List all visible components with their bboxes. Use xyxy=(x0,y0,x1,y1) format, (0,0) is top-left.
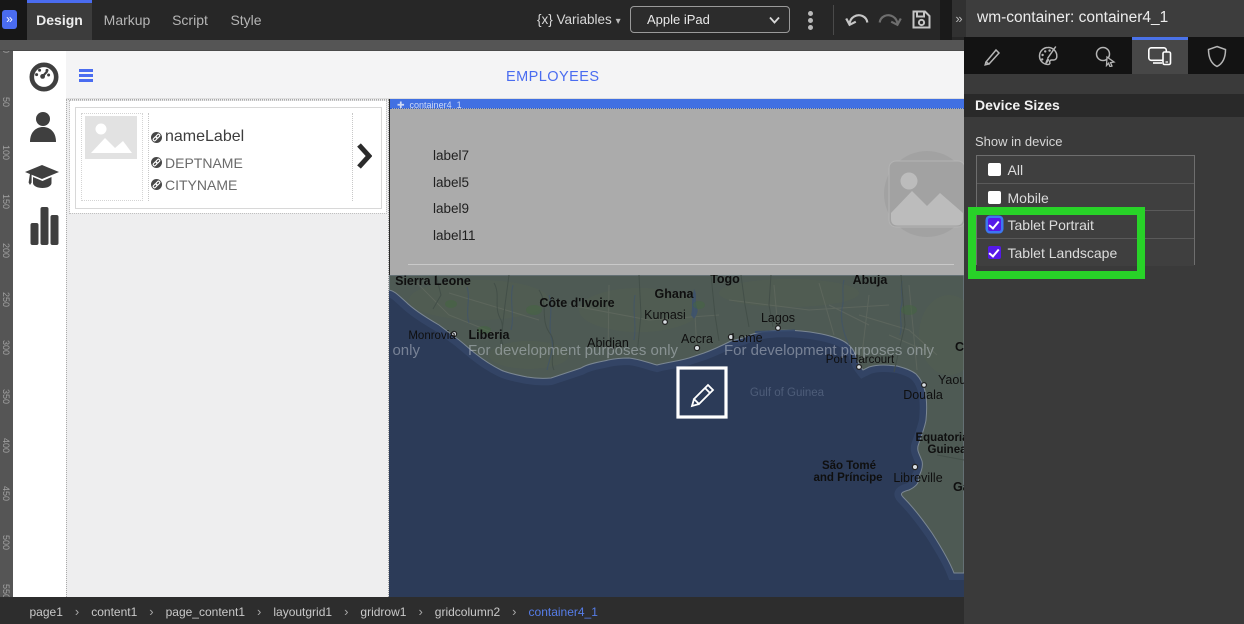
svg-text:Ghana: Ghana xyxy=(655,287,695,301)
svg-text:and Príncipe: and Príncipe xyxy=(813,472,882,484)
svg-text:Monrovia: Monrovia xyxy=(408,330,456,342)
svg-text:São Tomé: São Tomé xyxy=(822,460,876,472)
svg-text:Liberia: Liberia xyxy=(469,328,511,342)
svg-text:For development purposes only: For development purposes only xyxy=(468,342,679,359)
svg-text:only: only xyxy=(392,342,420,359)
svg-text:Kumasi: Kumasi xyxy=(644,308,686,322)
svg-text:Abuja: Abuja xyxy=(853,275,889,287)
svg-text:Libreville: Libreville xyxy=(893,471,942,485)
svg-text:Accra: Accra xyxy=(681,332,713,346)
svg-text:Togo: Togo xyxy=(710,275,740,286)
svg-text:Gulf of Guinea: Gulf of Guinea xyxy=(750,387,825,399)
svg-text:Côte d'Ivoire: Côte d'Ivoire xyxy=(539,296,614,310)
svg-text:For development purposes only: For development purposes only xyxy=(724,342,935,359)
svg-text:Lagos: Lagos xyxy=(761,311,795,325)
svg-text:Douala: Douala xyxy=(903,388,943,402)
svg-text:Sierra Leone: Sierra Leone xyxy=(395,275,471,288)
